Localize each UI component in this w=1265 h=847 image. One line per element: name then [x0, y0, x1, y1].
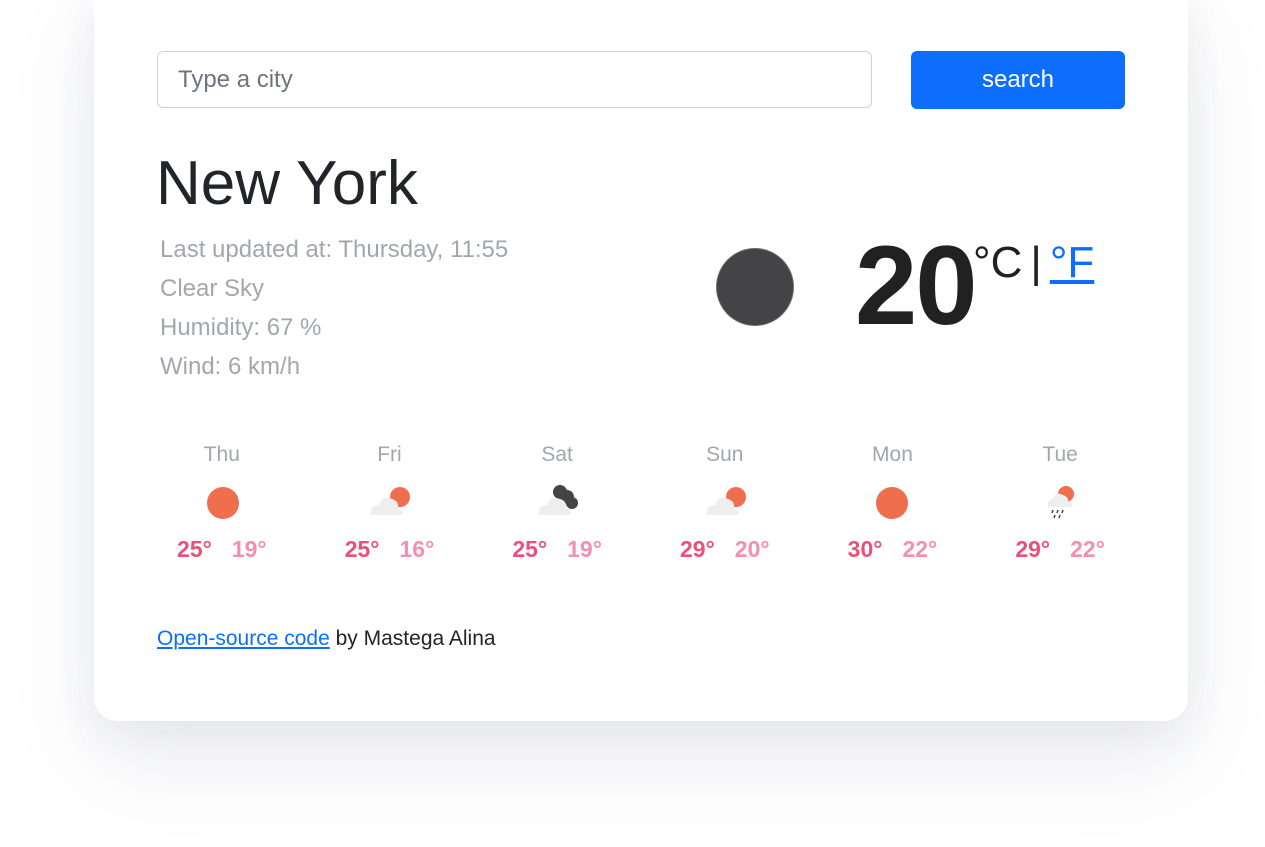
- forecast-min: 22°: [1070, 536, 1105, 562]
- wind: Wind: 6 km/h: [160, 353, 301, 380]
- forecast-max: 30°: [847, 536, 883, 562]
- footer: Open-source code by Mastega Alina: [157, 627, 496, 651]
- forecast-day-name: Fri: [377, 443, 402, 466]
- forecast-max: 29°: [1015, 536, 1051, 562]
- moon-icon: [717, 249, 793, 325]
- sun-icon: [206, 487, 239, 519]
- footer-author: by Mastega Alina: [335, 627, 496, 650]
- city-search-input[interactable]: [157, 51, 872, 108]
- unit-switcher: °C | °F: [973, 238, 1094, 288]
- forecast-day-name: Sat: [541, 443, 573, 466]
- celsius-unit: °C: [973, 238, 1023, 287]
- forecast-min: 16°: [399, 536, 435, 562]
- unit-separator: |: [1030, 238, 1042, 287]
- forecast-max: 25°: [344, 536, 380, 562]
- forecast-day-name: Mon: [872, 443, 913, 466]
- current-temperature: 20: [855, 223, 978, 348]
- forecast-min: 19°: [231, 536, 267, 562]
- forecast-day: Sat 25° 19°: [473, 440, 641, 564]
- forecast-day: Thu 25° 19°: [138, 440, 306, 564]
- sun-icon: [876, 487, 909, 519]
- forecast-day: Mon 30° 22°: [809, 440, 977, 564]
- forecast: Thu 25° 19° Fri 25° 16° Sat 25° 19° Sun …: [138, 440, 1144, 564]
- forecast-min: 20°: [734, 536, 770, 562]
- search-button[interactable]: search: [911, 51, 1125, 109]
- forecast-day: Fri 25° 16°: [306, 440, 474, 564]
- cloud-moon-icon: [538, 485, 579, 515]
- forecast-max: 25°: [177, 536, 212, 562]
- forecast-day-name: Thu: [203, 443, 240, 466]
- cloud-sun-icon: [371, 487, 411, 515]
- city-name: New York: [156, 149, 418, 218]
- forecast-max: 29°: [680, 536, 715, 562]
- forecast-day-name: Sun: [706, 443, 744, 466]
- forecast-min: 22°: [902, 536, 938, 562]
- forecast-day: Sun 29° 20°: [641, 440, 809, 564]
- open-source-link[interactable]: Open-source code: [157, 627, 330, 650]
- fahrenheit-link[interactable]: °F: [1050, 238, 1094, 287]
- weather-details: Last updated at: Thursday, 11:55 Clear S…: [160, 234, 508, 390]
- forecast-day-name: Tue: [1042, 443, 1078, 466]
- weather-description: Clear Sky: [160, 275, 265, 302]
- rain-sun-icon: [1047, 486, 1075, 519]
- last-updated: Last updated at: Thursday, 11:55: [160, 236, 509, 263]
- forecast-day: Tue 29° 22°: [976, 440, 1144, 564]
- forecast-min: 19°: [567, 536, 602, 562]
- humidity: Humidity: 67 %: [160, 314, 322, 341]
- cloud-sun-icon: [706, 487, 746, 515]
- forecast-max: 25°: [512, 536, 548, 562]
